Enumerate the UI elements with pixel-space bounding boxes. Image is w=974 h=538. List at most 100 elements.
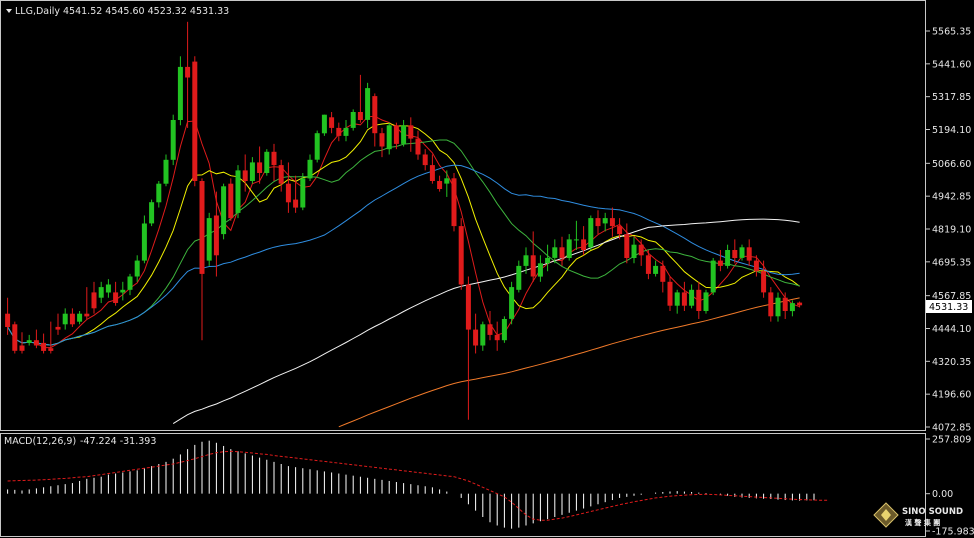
candle-body xyxy=(422,154,428,166)
candle-body xyxy=(329,117,335,128)
candle-body xyxy=(192,61,198,181)
candle-body xyxy=(213,215,219,256)
candle-body xyxy=(617,226,623,235)
candle-body xyxy=(573,239,579,241)
candle-body xyxy=(336,127,342,136)
candle-body xyxy=(84,313,90,317)
candle-body xyxy=(732,250,738,258)
candle-body xyxy=(581,239,587,250)
candle-body xyxy=(696,289,702,311)
candle-body xyxy=(473,329,479,346)
macd-tick-label: 257.809 xyxy=(932,435,971,446)
symbol-label: LLG,Daily xyxy=(15,6,60,17)
candle-body xyxy=(134,260,140,277)
macd-tick-label: 0.00 xyxy=(932,489,953,500)
candle-body xyxy=(746,247,752,261)
price-tick-label: 5441.60 xyxy=(932,59,971,70)
candle-body xyxy=(761,271,767,293)
candle-body xyxy=(19,345,25,351)
candle-body xyxy=(703,292,709,311)
candle-body xyxy=(221,186,227,235)
candle-body xyxy=(660,265,666,282)
candle-body xyxy=(69,313,75,325)
candle-body xyxy=(314,133,320,160)
candle-body xyxy=(177,66,183,120)
candle-body xyxy=(595,218,601,227)
candle-body xyxy=(365,88,371,120)
candle-body xyxy=(357,112,363,120)
candle-body xyxy=(185,66,191,78)
candle-body xyxy=(401,125,407,144)
candle-body xyxy=(372,96,378,134)
candle-body xyxy=(98,287,104,298)
price-chart[interactable]: 5565.35 5441.60 5317.85 5194.10 5066.60 4942.… xyxy=(0,0,974,538)
price-tick-label: 5194.10 xyxy=(932,125,971,136)
candle-body xyxy=(717,260,723,266)
candle-body xyxy=(235,170,241,213)
candle-body xyxy=(775,297,781,317)
candle-body xyxy=(379,133,385,147)
candle-body xyxy=(689,289,695,306)
candle-body xyxy=(552,247,558,258)
candle-body xyxy=(415,138,421,155)
candle-body xyxy=(566,239,572,258)
candle-body xyxy=(163,159,169,184)
candle-body xyxy=(242,170,248,181)
candle-body xyxy=(451,178,457,227)
price-tick-label: 4320.35 xyxy=(932,357,971,368)
candle-body xyxy=(105,284,111,293)
candle-body xyxy=(170,120,176,160)
price-tick-label: 4695.35 xyxy=(932,257,971,268)
macd-values-label: -47.224 -31.393 xyxy=(80,436,156,447)
candle-body xyxy=(393,125,399,144)
candle-body xyxy=(559,247,565,258)
ohlc-label: 4541.52 4545.60 4523.32 4531.33 xyxy=(63,6,229,17)
macd-tick-label: -175.983 xyxy=(932,527,974,538)
candle-body xyxy=(41,342,47,351)
candle-body xyxy=(408,125,414,139)
candle-body xyxy=(739,247,745,258)
candle-body xyxy=(91,292,97,309)
candle-body xyxy=(350,112,356,128)
candle-body xyxy=(257,162,263,173)
candle-body xyxy=(681,292,687,306)
candle-body xyxy=(465,284,471,330)
candle-body xyxy=(26,340,32,343)
candle-body xyxy=(113,292,119,303)
price-tick-label: 4942.85 xyxy=(932,192,971,203)
candle-body xyxy=(545,257,551,264)
candle-body xyxy=(149,202,155,224)
candle-body xyxy=(127,276,133,290)
candle-body xyxy=(77,313,83,322)
candle-body xyxy=(278,165,284,184)
candle-body xyxy=(725,250,731,266)
candle-body xyxy=(264,151,270,173)
candle-body xyxy=(609,218,615,227)
candle-body xyxy=(307,159,313,179)
candle-body xyxy=(530,255,536,277)
candle-body xyxy=(667,281,673,306)
price-tick-label: 4819.10 xyxy=(932,225,971,236)
candle-body xyxy=(321,114,327,134)
logo-subtitle: 漢 聲 集 團 xyxy=(905,518,940,527)
candle-body xyxy=(458,226,464,285)
candle-body xyxy=(156,183,162,203)
current-price-text: 4531.33 xyxy=(929,302,968,313)
candle-body xyxy=(494,334,500,341)
price-tick-label: 4072.85 xyxy=(932,423,971,434)
candle-body xyxy=(782,297,788,311)
macd-label: MACD(12,26,9) xyxy=(4,436,76,447)
candle-body xyxy=(5,313,11,327)
candle-body xyxy=(48,348,54,351)
candle-body xyxy=(249,162,255,181)
chart-background xyxy=(0,0,974,538)
candle-body xyxy=(487,324,493,335)
candle-body xyxy=(645,255,651,274)
candle-body xyxy=(537,263,543,277)
price-tick-label: 4196.60 xyxy=(932,390,971,401)
candle-body xyxy=(523,255,529,266)
candle-body xyxy=(12,324,18,351)
price-tick-label: 5317.85 xyxy=(932,92,971,103)
candle-body xyxy=(516,265,522,290)
candle-body xyxy=(199,181,205,274)
